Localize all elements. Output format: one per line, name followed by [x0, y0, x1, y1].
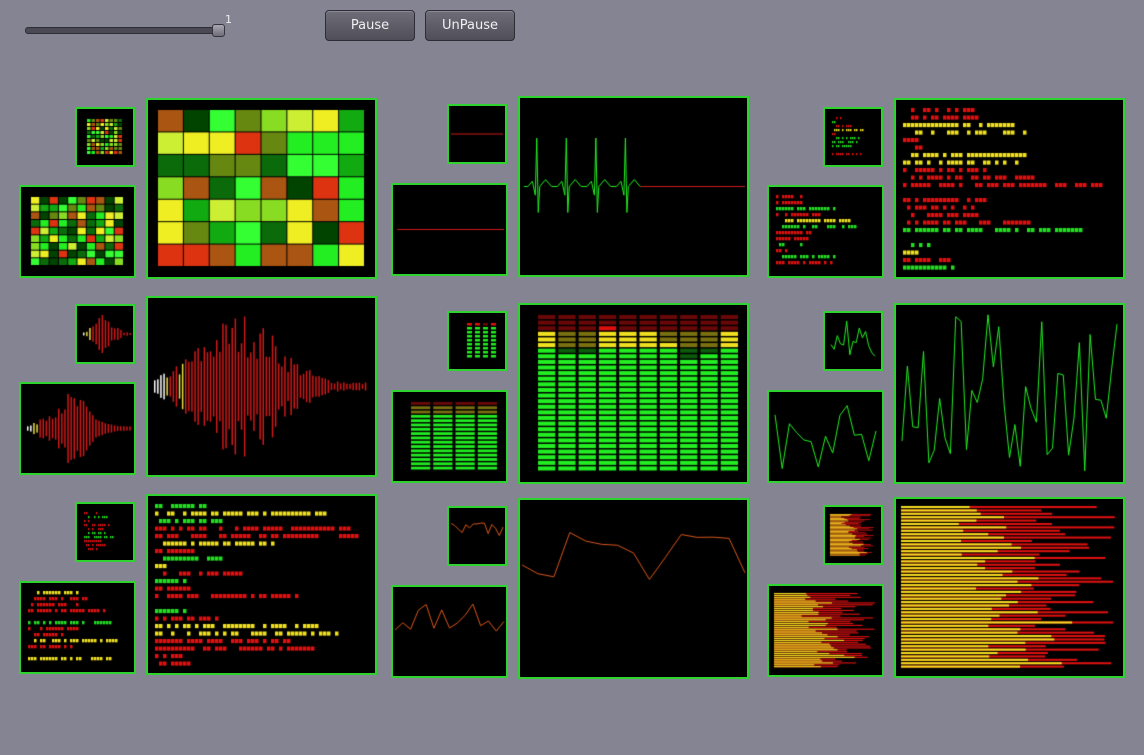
log-text-a-large-view: [894, 98, 1125, 279]
hbars-medium-view: [767, 584, 884, 677]
green-line-small-view: [823, 311, 883, 371]
ecg-large-view: [518, 96, 749, 277]
slider-track[interactable]: [25, 27, 225, 34]
orange-line-medium-view: [391, 585, 508, 678]
heatmap-small-view: [75, 107, 135, 167]
green-line-large-view: [894, 303, 1125, 484]
log-text-b-small-view: [75, 502, 135, 562]
orange-line-small-view: [447, 506, 507, 566]
slider-value: 1: [225, 13, 232, 26]
equalizer-medium-view: [391, 390, 508, 483]
equalizer-large-view: [518, 303, 749, 484]
slider-thumb[interactable]: [212, 24, 225, 37]
waveform-small-view: [75, 304, 135, 364]
equalizer-small-view: [447, 311, 507, 371]
unpause-button[interactable]: UnPause: [425, 10, 515, 41]
log-text-b-large-view: [146, 494, 377, 675]
log-text-b-medium-view: [19, 581, 136, 674]
heatmap-medium-view: [19, 185, 136, 278]
ecg-small-view: [447, 104, 507, 164]
heatmap-large-view: [146, 98, 377, 279]
hbars-large-view: [894, 497, 1125, 678]
orange-line-large-view: [518, 498, 749, 679]
ecg-medium-view: [391, 183, 508, 276]
waveform-large-view: [146, 296, 377, 477]
hbars-small-view: [823, 505, 883, 565]
waveform-medium-view: [19, 382, 136, 475]
pause-button[interactable]: Pause: [325, 10, 415, 41]
log-text-a-medium-view: [767, 185, 884, 278]
green-line-medium-view: [767, 390, 884, 483]
log-text-a-small-view: [823, 107, 883, 167]
